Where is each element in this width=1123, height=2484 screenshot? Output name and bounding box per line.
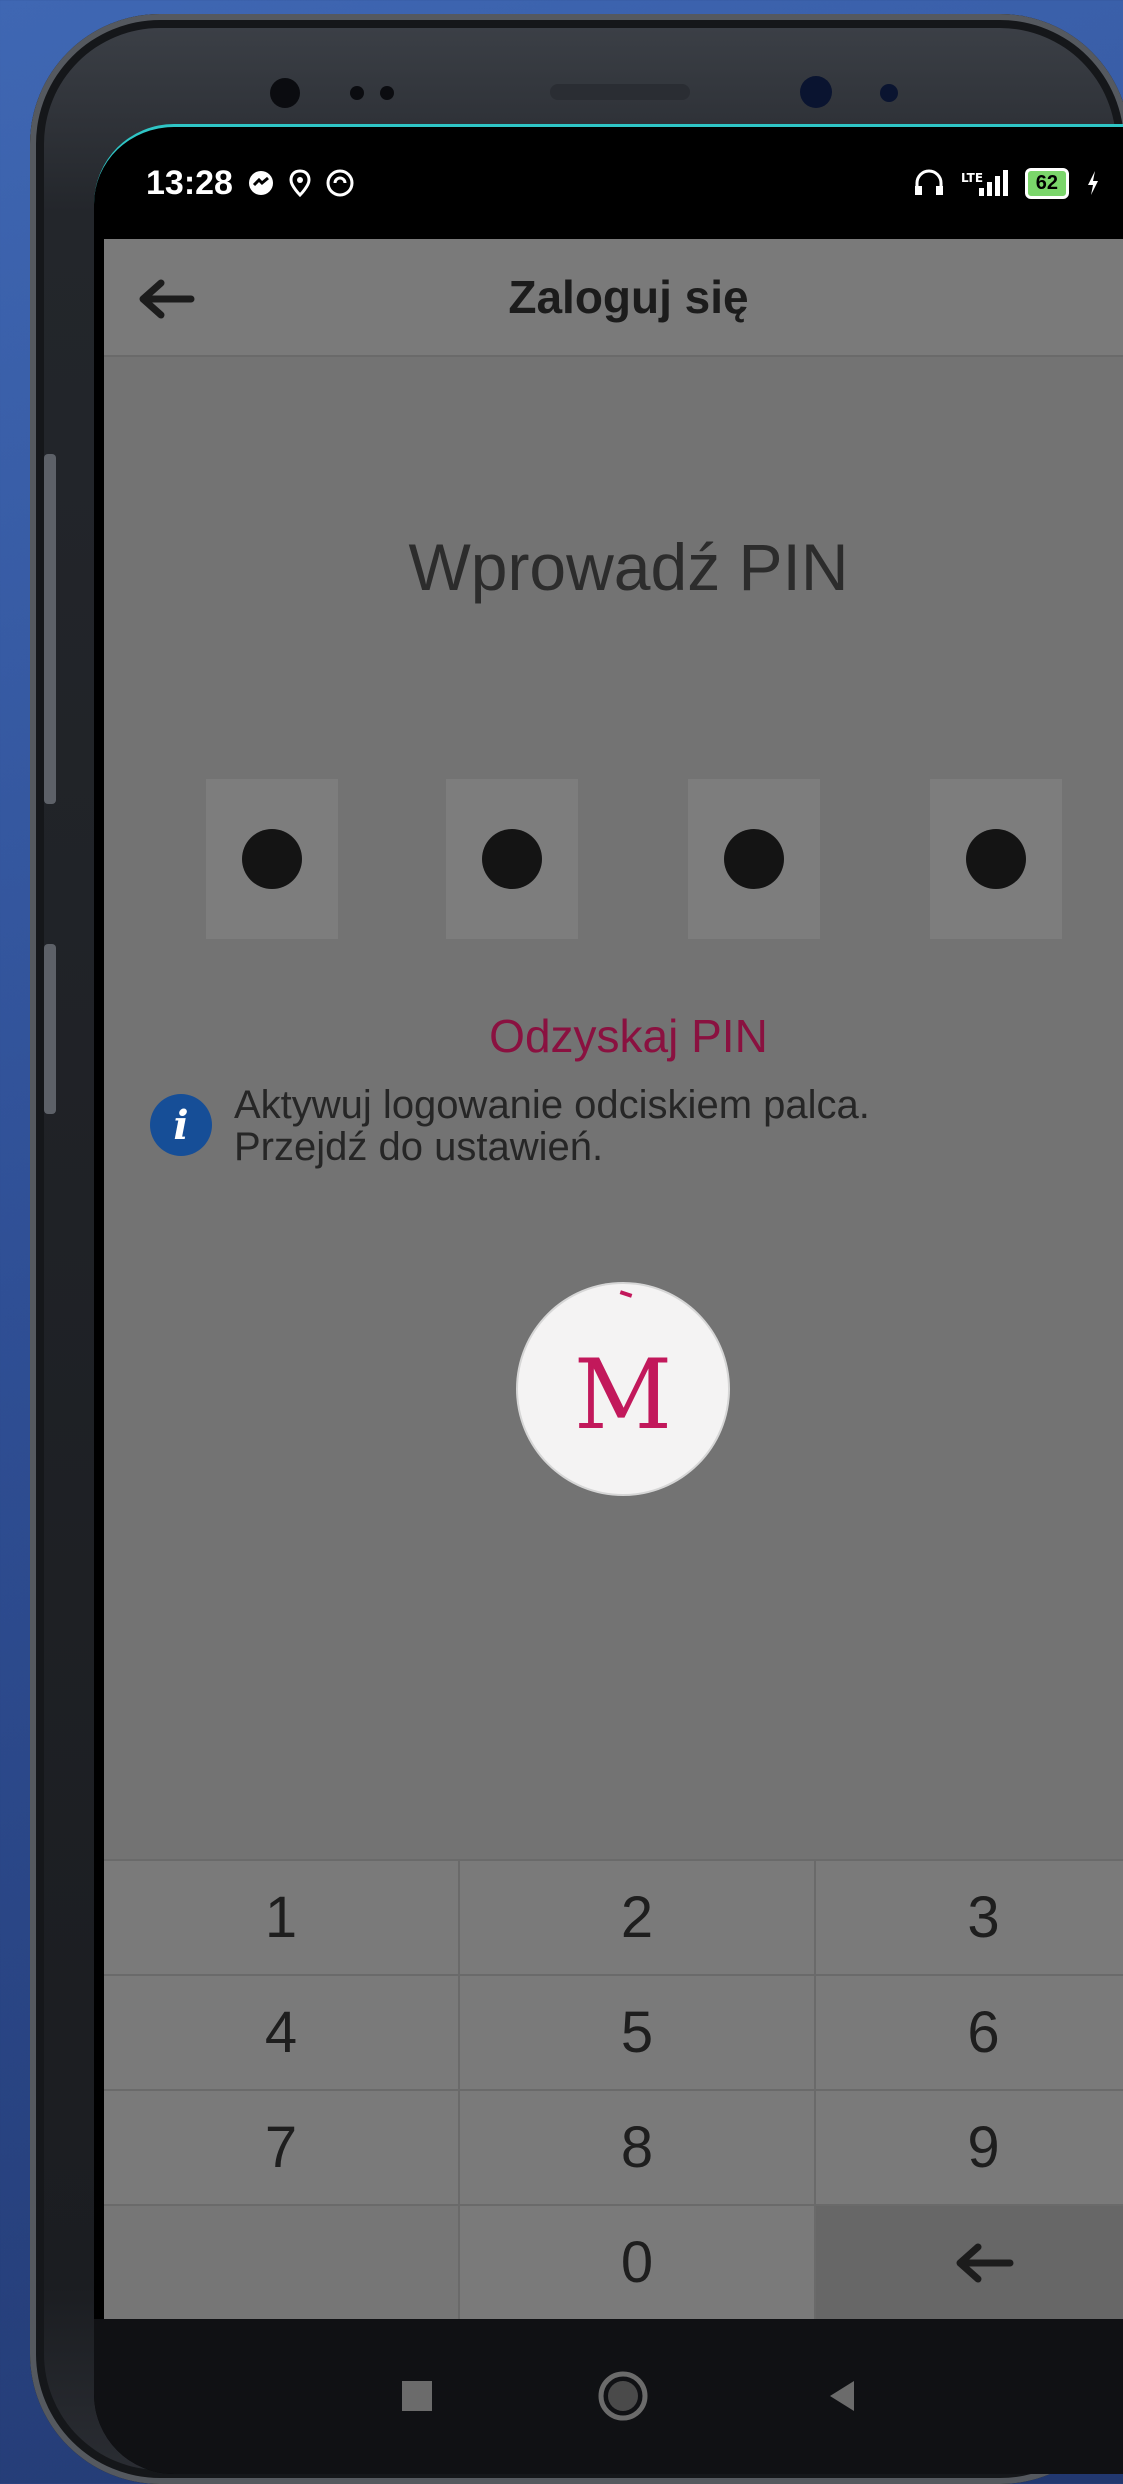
location-icon [289, 169, 311, 197]
sensor-icon [380, 86, 394, 100]
key-9[interactable]: 9 [816, 2089, 1123, 2204]
info-text: Aktywuj logowanie odciskiem palca. Przej… [234, 1084, 870, 1168]
info-icon: i [150, 1094, 212, 1156]
key-8[interactable]: 8 [460, 2089, 816, 2204]
logo-accent-mark [619, 1290, 633, 1298]
pin-filled-dot [482, 829, 542, 889]
messenger-icon [247, 169, 275, 197]
key-0[interactable]: 0 [460, 2204, 816, 2319]
recover-pin-link[interactable]: Odzyskaj PIN [104, 1009, 1123, 1063]
key-6[interactable]: 6 [816, 1974, 1123, 2089]
pin-filled-dot [242, 829, 302, 889]
info-line-1: Aktywuj logowanie odciskiem palca. [234, 1083, 870, 1127]
status-bar: 13:28 LTE 62 [94, 127, 1123, 239]
pin-filled-dot [966, 829, 1026, 889]
earpiece-speaker [550, 84, 690, 100]
system-nav-bar [94, 2319, 1123, 2474]
key-7[interactable]: 7 [104, 2089, 460, 2204]
key-5[interactable]: 5 [460, 1974, 816, 2089]
pin-filled-dot [724, 829, 784, 889]
volume-button [44, 454, 56, 804]
sensor-icon [350, 86, 364, 100]
pin-digit-box [688, 779, 820, 939]
bank-logo-letter: M [573, 1339, 673, 1451]
pin-input[interactable] [104, 779, 1123, 939]
sync-icon [325, 168, 355, 198]
battery-icon: 62 [1024, 167, 1069, 199]
back-button[interactable] [136, 269, 196, 329]
numeric-keypad: 1 2 3 4 5 6 7 8 9 0 [104, 1859, 1123, 2319]
login-screen: Zaloguj się Wprowadź PIN Odzyskaj PIN i … [104, 239, 1123, 2319]
nav-back-button[interactable] [814, 2369, 868, 2423]
info-line-2: Przejdź do ustawień. [234, 1125, 604, 1169]
triangle-back-icon [830, 2381, 854, 2411]
backspace-arrow-icon [956, 2243, 1013, 2282]
arrow-left-icon [139, 279, 195, 319]
nav-recents-button[interactable] [390, 2369, 444, 2423]
square-icon [402, 2381, 432, 2411]
pin-heading: Wprowadź PIN [408, 530, 849, 604]
nav-home-button[interactable] [596, 2369, 650, 2423]
front-camera-icon [270, 78, 300, 108]
charging-icon [1085, 169, 1101, 197]
svg-text:LTE: LTE [961, 171, 983, 185]
fingerprint-info[interactable]: i Aktywuj logowanie odciskiem palca. Prz… [150, 1084, 1110, 1168]
key-2[interactable]: 2 [460, 1859, 816, 1974]
pin-digit-box [446, 779, 578, 939]
page-title: Zaloguj się [508, 271, 749, 323]
headphones-icon [913, 168, 945, 198]
circle-icon [598, 2371, 648, 2421]
screen: 13:28 LTE 62 Zaloguj się Wprowadź PIN Od… [94, 124, 1123, 2474]
pin-digit-box [206, 779, 338, 939]
sensor-icon [880, 84, 898, 102]
loading-logo: M [518, 1284, 728, 1494]
app-bar: Zaloguj się [104, 239, 1123, 357]
status-time: 13:28 [146, 163, 233, 202]
power-button [44, 944, 56, 1114]
key-4[interactable]: 4 [104, 1974, 460, 2089]
key-empty [104, 2204, 460, 2319]
key-1[interactable]: 1 [104, 1859, 460, 1974]
key-3[interactable]: 3 [816, 1859, 1123, 1974]
key-backspace[interactable] [816, 2204, 1123, 2319]
phone-frame: 13:28 LTE 62 Zaloguj się Wprowadź PIN Od… [30, 14, 1123, 2484]
pin-digit-box [930, 779, 1062, 939]
camera-lens-icon [800, 76, 832, 108]
signal-icon: LTE [961, 168, 1009, 198]
